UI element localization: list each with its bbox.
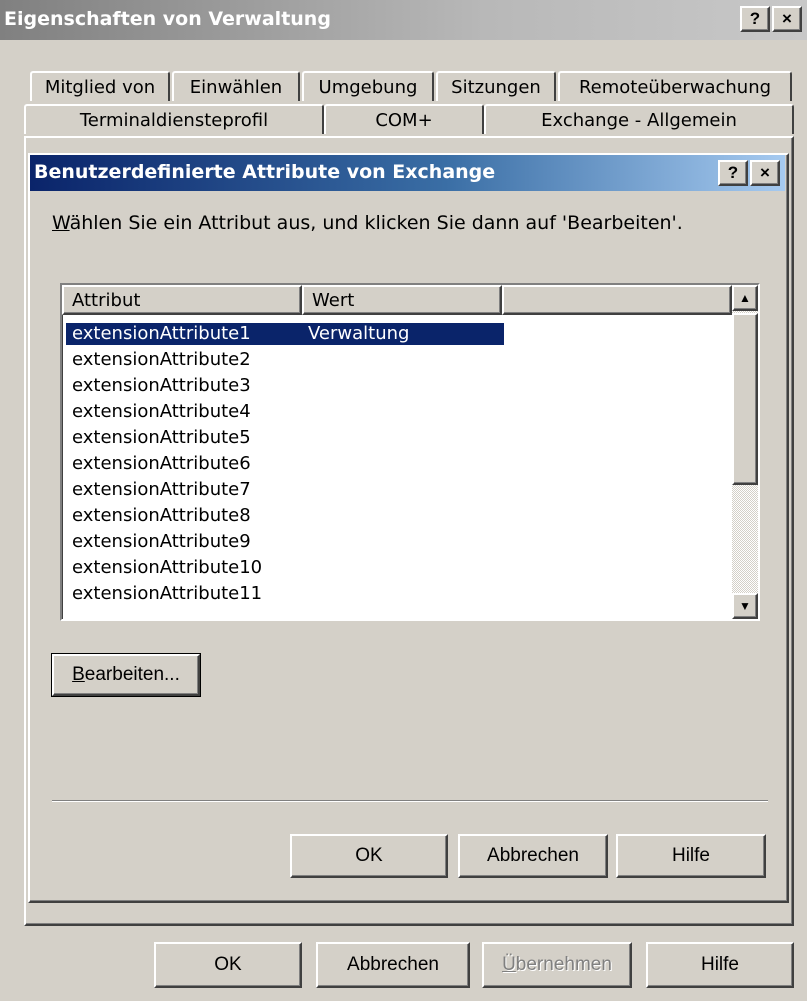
attribute-name: extensionAttribute3 [72, 375, 251, 396]
list-item[interactable]: extensionAttribute8 [66, 505, 308, 527]
outer-close-button[interactable]: × [772, 6, 802, 32]
inner-ok-button[interactable]: OK [290, 834, 448, 878]
list-item[interactable]: extensionAttribute7 [66, 479, 308, 501]
attribute-name: extensionAttribute1 [72, 323, 251, 344]
list-item[interactable]: extensionAttribute3 [66, 375, 308, 397]
tab-com-plus[interactable]: COM+ [324, 104, 484, 134]
outer-ok-button[interactable]: OK [154, 942, 302, 988]
outer-help-button[interactable]: ? [740, 6, 770, 32]
attribute-name: extensionAttribute10 [72, 557, 263, 578]
separator-line [52, 800, 768, 802]
attribute-name: extensionAttribute9 [72, 531, 251, 552]
tab-mitglied-von[interactable]: Mitglied von [30, 71, 170, 101]
scroll-down-icon[interactable]: ▼ [732, 593, 758, 619]
attribute-value: Verwaltung [308, 323, 410, 344]
list-item[interactable]: extensionAttribute11 [66, 583, 308, 605]
tab-einwaehlen[interactable]: Einwählen [172, 71, 300, 101]
list-item[interactable]: extensionAttribute10 [66, 557, 308, 579]
list-item[interactable]: extensionAttribute9 [66, 531, 308, 553]
attribute-name: extensionAttribute7 [72, 479, 251, 500]
tab-exchange-allgemein[interactable]: Exchange - Allgemein [484, 104, 794, 134]
list-item[interactable]: extensionAttribute6 [66, 453, 308, 475]
edit-button[interactable]: Bearbeiten... [51, 653, 201, 697]
outer-help-btn[interactable]: Hilfe [646, 942, 794, 988]
scroll-thumb[interactable] [732, 313, 758, 485]
attribute-name: extensionAttribute6 [72, 453, 251, 474]
column-header-empty [502, 285, 732, 315]
list-item[interactable]: extensionAttribute4 [66, 401, 308, 423]
scroll-up-icon[interactable]: ▲ [732, 285, 758, 311]
tab-remoteueberwachung[interactable]: Remoteüberwachung [558, 71, 792, 101]
inner-close-button[interactable]: × [750, 160, 780, 186]
vertical-scrollbar[interactable]: ▲ ▼ [732, 285, 758, 619]
tab-sitzungen[interactable]: Sitzungen [436, 71, 556, 101]
list-item[interactable]: extensionAttribute5 [66, 427, 308, 449]
inner-help-button[interactable]: ? [718, 160, 748, 186]
tab-umgebung[interactable]: Umgebung [302, 71, 434, 101]
outer-cancel-button[interactable]: Abbrechen [316, 942, 470, 988]
attribute-name: extensionAttribute5 [72, 427, 251, 448]
attribute-name: extensionAttribute2 [72, 349, 251, 370]
inner-dialog-title: Benutzerdefinierte Attribute von Exchang… [34, 161, 496, 183]
instruction-text: Wählen Sie ein Attribut aus, und klicken… [52, 212, 683, 234]
attribute-list[interactable]: Attribut Wert extensionAttribute1 Verwalt… [60, 283, 760, 621]
inner-title-bar: Benutzerdefinierte Attribute von Exchang… [30, 155, 785, 191]
tab-terminaldiensteprofil[interactable]: Terminaldiensteprofil [24, 104, 324, 134]
outer-window-title: Eigenschaften von Verwaltung [4, 8, 331, 30]
apply-button: Übernehmen [482, 942, 632, 988]
outer-title-bar: Eigenschaften von Verwaltung ? × [0, 0, 807, 40]
inner-help-btn[interactable]: Hilfe [616, 834, 766, 878]
column-header-wert[interactable]: Wert [302, 285, 502, 315]
column-header-attribut[interactable]: Attribut [62, 285, 302, 315]
list-item[interactable]: extensionAttribute2 [66, 349, 308, 371]
list-item[interactable]: extensionAttribute1 Verwaltung [66, 323, 504, 345]
attribute-name: extensionAttribute11 [72, 583, 263, 604]
attribute-name: extensionAttribute8 [72, 505, 251, 526]
inner-cancel-button[interactable]: Abbrechen [458, 834, 608, 878]
attribute-name: extensionAttribute4 [72, 401, 251, 422]
